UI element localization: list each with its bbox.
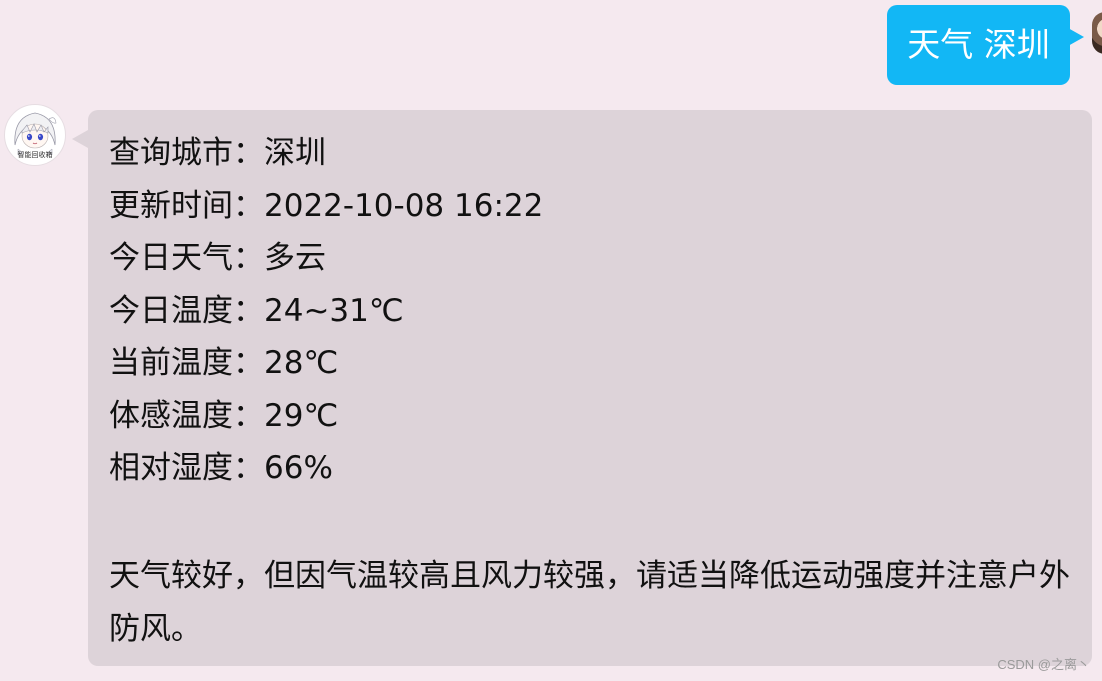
incoming-message-bubble[interactable]: 查询城市：深圳 更新时间：2022-10-08 16:22 今日天气：多云 今日…	[88, 110, 1092, 666]
weather-temperature-range-line: 今日温度：24~31℃	[109, 292, 404, 329]
bot-avatar-caption: 智能回收箱	[17, 151, 53, 159]
weather-city-line: 查询城市：深圳	[109, 135, 326, 171]
weather-advice-text: 天气较好，但因气温较高且风力较强，请适当降低运动强度并注意户外防风。	[109, 558, 1070, 647]
bot-avatar-icon[interactable]: 智能回收箱	[4, 104, 66, 166]
weather-condition-line: 今日天气：多云	[109, 240, 326, 276]
user-avatar-icon[interactable]	[1092, 12, 1102, 54]
incoming-bubble-tail	[72, 130, 88, 148]
outgoing-bubble-tail	[1068, 28, 1084, 46]
outgoing-message-bubble[interactable]: 天气 深圳	[887, 5, 1070, 85]
weather-humidity-line: 相对湿度：66%	[109, 450, 333, 486]
weather-feels-like-line: 体感温度：29℃	[109, 397, 339, 434]
weather-update-time-line: 更新时间：2022-10-08 16:22	[109, 187, 544, 224]
weather-current-temperature-line: 当前温度：28℃	[109, 345, 339, 381]
watermark: CSDN @之离丶	[997, 657, 1090, 672]
chat-window: 天气 深圳 智能回收箱 查询城市：深圳 更新时间：2022-10-08 16:2…	[0, 0, 1102, 681]
